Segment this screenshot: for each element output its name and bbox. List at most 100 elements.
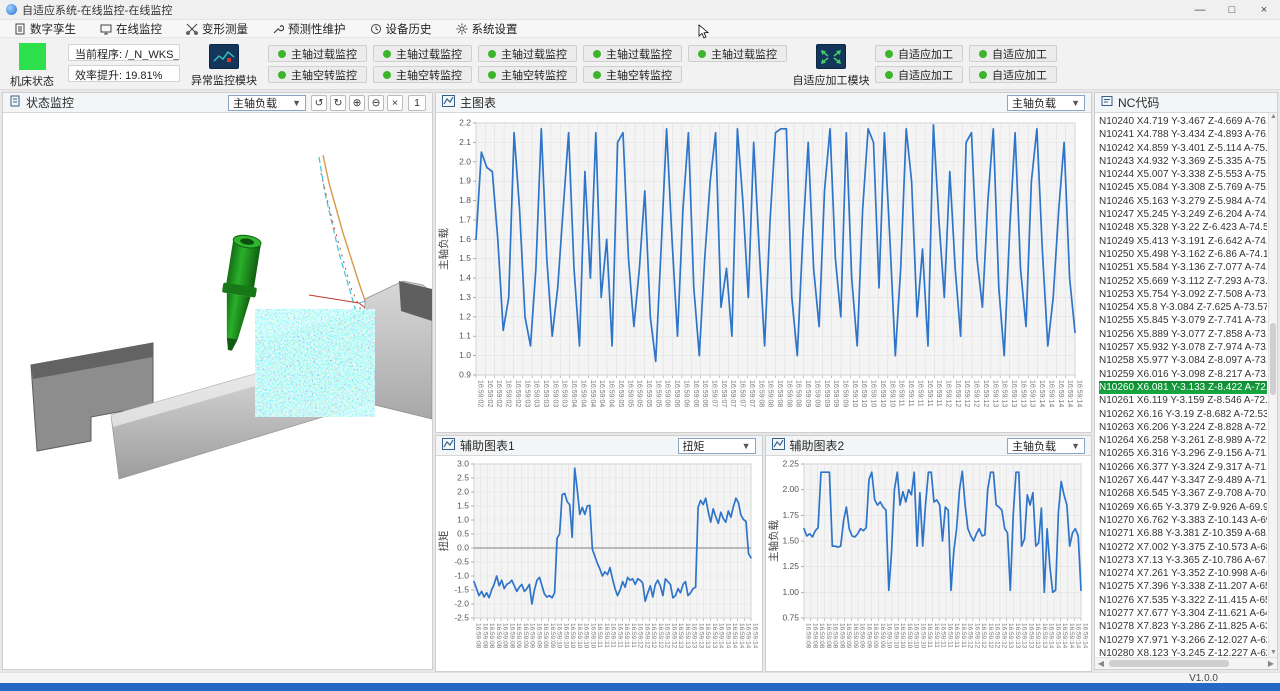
svg-text:16:59:11: 16:59:11	[926, 623, 933, 648]
nc-vertical-scrollbar[interactable]: ▲ ▼	[1268, 113, 1277, 657]
menu-item-online-monitor[interactable]: 在线监控	[92, 20, 176, 38]
nc-code-line[interactable]: N10269 X6.65 Y-3.379 Z-9.926 A-69.947 C	[1099, 501, 1267, 514]
minimize-button[interactable]: —	[1184, 0, 1216, 20]
spindle-overload-monitor-button[interactable]: 主轴过载监控	[688, 45, 787, 62]
spindle-overload-monitor-button[interactable]: 主轴过载监控	[268, 45, 367, 62]
svg-text:16:59:03: 16:59:03	[533, 380, 540, 407]
menu-item-predictive-maintenance[interactable]: 预测性维护	[264, 20, 360, 38]
nc-code-line[interactable]: N10263 X6.206 Y-3.224 Z-8.828 A-72.33 C	[1099, 421, 1267, 434]
svg-text:16:59:10: 16:59:10	[892, 623, 899, 649]
nc-code-line[interactable]: N10250 X5.498 Y-3.162 Z-6.86 A-74.178 C	[1099, 248, 1267, 261]
nc-code-line[interactable]: N10258 X5.977 Y-3.084 Z-8.097 A-73.138	[1099, 354, 1267, 367]
svg-text:16:59:14: 16:59:14	[1067, 623, 1074, 649]
close-button[interactable]: ×	[1248, 0, 1280, 20]
scroll-up-arrow-icon[interactable]: ▲	[1269, 113, 1277, 121]
svg-text:16:59:10: 16:59:10	[576, 623, 583, 649]
spindle-idle-monitor-button[interactable]: 主轴空转监控	[583, 66, 682, 83]
svg-text:16:59:12: 16:59:12	[980, 623, 987, 649]
nc-code-line[interactable]: N10255 X5.845 Y-3.079 Z-7.741 A-73.458	[1099, 314, 1267, 327]
scroll-right-arrow-icon[interactable]: ▶	[1265, 658, 1277, 669]
spindle-overload-monitor-button[interactable]: 主轴过载监控	[373, 45, 472, 62]
menu-item-device-history[interactable]: 设备历史	[362, 20, 446, 38]
view-spinner[interactable]: 1	[408, 95, 426, 111]
nc-code-line[interactable]: N10261 X6.119 Y-3.159 Z-8.546 A-72.701	[1099, 394, 1267, 407]
nc-code-line[interactable]: N10248 X5.328 Y-3.22 Z-6.423 A-74.52 C	[1099, 221, 1267, 234]
fit-view-icon[interactable]: ×	[387, 95, 403, 111]
nc-code-line[interactable]: N10254 X5.8 Y-3.084 Z-7.625 A-73.571 C	[1099, 301, 1267, 314]
nc-code-line[interactable]: N10278 X7.823 Y-3.286 Z-11.825 A-63.73	[1099, 620, 1267, 633]
nc-code-line[interactable]: N10247 X5.245 Y-3.249 Z-6.204 A-74.701	[1099, 208, 1267, 221]
menu-item-deformation[interactable]: 变形测量	[178, 20, 262, 38]
nc-code-line[interactable]: N10253 X5.754 Y-3.092 Z-7.508 A-73.677	[1099, 288, 1267, 301]
button-label: 主轴空转监控	[396, 67, 462, 83]
zoom-in-icon[interactable]: ⊕	[349, 95, 365, 111]
nc-code-line[interactable]: N10276 X7.535 Y-3.322 Z-11.415 A-65.22	[1099, 594, 1267, 607]
nc-code-line[interactable]: N10256 X5.889 Y-3.077 Z-7.858 A-73.348	[1099, 328, 1267, 341]
menu-item-digital-twin[interactable]: 数字孪生	[6, 20, 90, 38]
3d-viewport[interactable]	[3, 113, 432, 669]
aux1-signal-select[interactable]: 扭矩 ▼	[678, 438, 756, 454]
nc-code-line[interactable]: N10262 X6.16 Y-3.19 Z-8.682 A-72.534 C	[1099, 408, 1267, 421]
spindle-idle-monitor-button[interactable]: 主轴空转监控	[373, 66, 472, 83]
spindle-overload-monitor-button[interactable]: 主轴过载监控	[478, 45, 577, 62]
adaptive-machining-button[interactable]: 自适应加工	[969, 45, 1057, 62]
status-dot-icon	[593, 50, 601, 58]
svg-text:16:59:04: 16:59:04	[589, 380, 596, 407]
nc-hscroll-thumb[interactable]	[1109, 660, 1229, 667]
svg-text:16:59:03: 16:59:03	[551, 380, 558, 407]
nc-code-line[interactable]: N10268 X6.545 Y-3.367 Z-9.708 A-70.519	[1099, 487, 1267, 500]
zoom-out-icon[interactable]: ⊖	[368, 95, 384, 111]
nc-code-line-selected[interactable]: N10260 X6.081 Y-3.133 Z-8.422 A-72.835	[1099, 381, 1267, 394]
nc-code-line[interactable]: N10280 X8.123 Y-3.245 Z-12.227 A-62.23	[1099, 647, 1267, 657]
nc-code-line[interactable]: N10241 X4.788 Y-3.434 Z-4.893 A-76.062	[1099, 128, 1267, 141]
nc-code-line[interactable]: N10257 X5.932 Y-3.078 Z-7.974 A-73.243	[1099, 341, 1267, 354]
aux-chart-1: 16:59:0816:59:0816:59:0816:59:0816:59:08…	[436, 456, 760, 671]
nc-code-line[interactable]: N10271 X6.88 Y-3.381 Z-10.359 A-68.711	[1099, 527, 1267, 540]
nc-horizontal-scrollbar[interactable]: ◀ ▶	[1095, 657, 1277, 669]
aux2-signal-select[interactable]: 主轴负载 ▼	[1007, 438, 1085, 454]
nc-code-line[interactable]: N10274 X7.261 Y-3.352 Z-10.998 A-66.67	[1099, 567, 1267, 580]
line-chart-icon	[442, 438, 455, 453]
nc-code-line[interactable]: N10277 X7.677 Y-3.304 Z-11.621 A-64.48	[1099, 607, 1267, 620]
nc-code-line[interactable]: N10252 X5.669 Y-3.112 Z-7.293 A-73.844	[1099, 275, 1267, 288]
nc-code-line[interactable]: N10246 X5.163 Y-3.279 Z-5.984 A-74.892	[1099, 195, 1267, 208]
nc-code-line[interactable]: N10264 X6.258 Y-3.261 Z-8.989 A-72.072	[1099, 434, 1267, 447]
spindle-idle-monitor-button[interactable]: 主轴空转监控	[478, 66, 577, 83]
svg-text:-1.0: -1.0	[454, 571, 469, 581]
nc-code-line[interactable]: N10265 X6.316 Y-3.296 Z-9.156 A-71.771	[1099, 447, 1267, 460]
aux-charts-row: 辅助图表1 扭矩 ▼ 16:59:0816:59:0816:59:0816:59…	[435, 435, 1092, 672]
rotate-cw-icon[interactable]: ↻	[330, 95, 346, 111]
maximize-button[interactable]: □	[1216, 0, 1248, 20]
nc-code-line[interactable]: N10270 X6.762 Y-3.383 Z-10.143 A-69.34	[1099, 514, 1267, 527]
nc-code-line[interactable]: N10259 X6.016 Y-3.098 Z-8.217 A-73.036	[1099, 368, 1267, 381]
nc-code-line[interactable]: N10245 X5.084 Y-3.308 Z-5.769 A-75.088	[1099, 181, 1267, 194]
nc-code-line[interactable]: N10279 X7.971 Y-3.266 Z-12.027 A-62.98	[1099, 634, 1267, 647]
nc-code-line[interactable]: N10251 X5.584 Y-3.136 Z-7.077 A-74.012	[1099, 261, 1267, 274]
nc-code-line[interactable]: N10240 X4.719 Y-3.467 Z-4.669 A-76.396	[1099, 115, 1267, 128]
nc-code-line[interactable]: N10267 X6.447 Y-3.347 Z-9.489 A-71.055	[1099, 474, 1267, 487]
scroll-left-arrow-icon[interactable]: ◀	[1095, 658, 1107, 669]
svg-text:16:59:09: 16:59:09	[872, 623, 879, 649]
button-label: 主轴过载监控	[501, 46, 567, 62]
nc-code-line[interactable]: N10275 X7.396 Y-3.338 Z-11.207 A-65.95	[1099, 580, 1267, 593]
nc-code-line[interactable]: N10242 X4.859 Y-3.401 Z-5.114 A-75.775	[1099, 142, 1267, 155]
main-chart-signal-select[interactable]: 主轴负载 ▼	[1007, 95, 1085, 111]
panel-title: 辅助图表1	[460, 437, 515, 454]
nc-code-line[interactable]: N10244 X5.007 Y-3.338 Z-5.553 A-75.297	[1099, 168, 1267, 181]
adaptive-machining-button[interactable]: 自适应加工	[875, 45, 963, 62]
rotate-ccw-icon[interactable]: ↺	[311, 95, 327, 111]
nc-code-line[interactable]: N10249 X5.413 Y-3.191 Z-6.642 A-74.346	[1099, 235, 1267, 248]
nc-vscroll-thumb[interactable]	[1270, 323, 1276, 395]
nc-code-line[interactable]: N10272 X7.002 Y-3.375 Z-10.573 A-68.05	[1099, 541, 1267, 554]
adaptive-machining-button[interactable]: 自适应加工	[969, 66, 1057, 83]
nc-code-line[interactable]: N10266 X6.377 Y-3.324 Z-9.317 A-71.443	[1099, 461, 1267, 474]
nc-code-line[interactable]: N10243 X4.932 Y-3.369 Z-5.335 A-75.523	[1099, 155, 1267, 168]
status-signal-select[interactable]: 主轴负载 ▼	[228, 95, 306, 111]
spindle-idle-monitor-button[interactable]: 主轴空转监控	[268, 66, 367, 83]
nc-code-line[interactable]: N10273 X7.13 Y-3.365 Z-10.786 A-67.372	[1099, 554, 1267, 567]
scroll-down-arrow-icon[interactable]: ▼	[1269, 649, 1277, 657]
spindle-overload-monitor-button[interactable]: 主轴过载监控	[583, 45, 682, 62]
svg-text:-2.5: -2.5	[454, 613, 469, 623]
menu-item-settings[interactable]: 系统设置	[448, 20, 532, 38]
adaptive-machining-button[interactable]: 自适应加工	[875, 66, 963, 83]
